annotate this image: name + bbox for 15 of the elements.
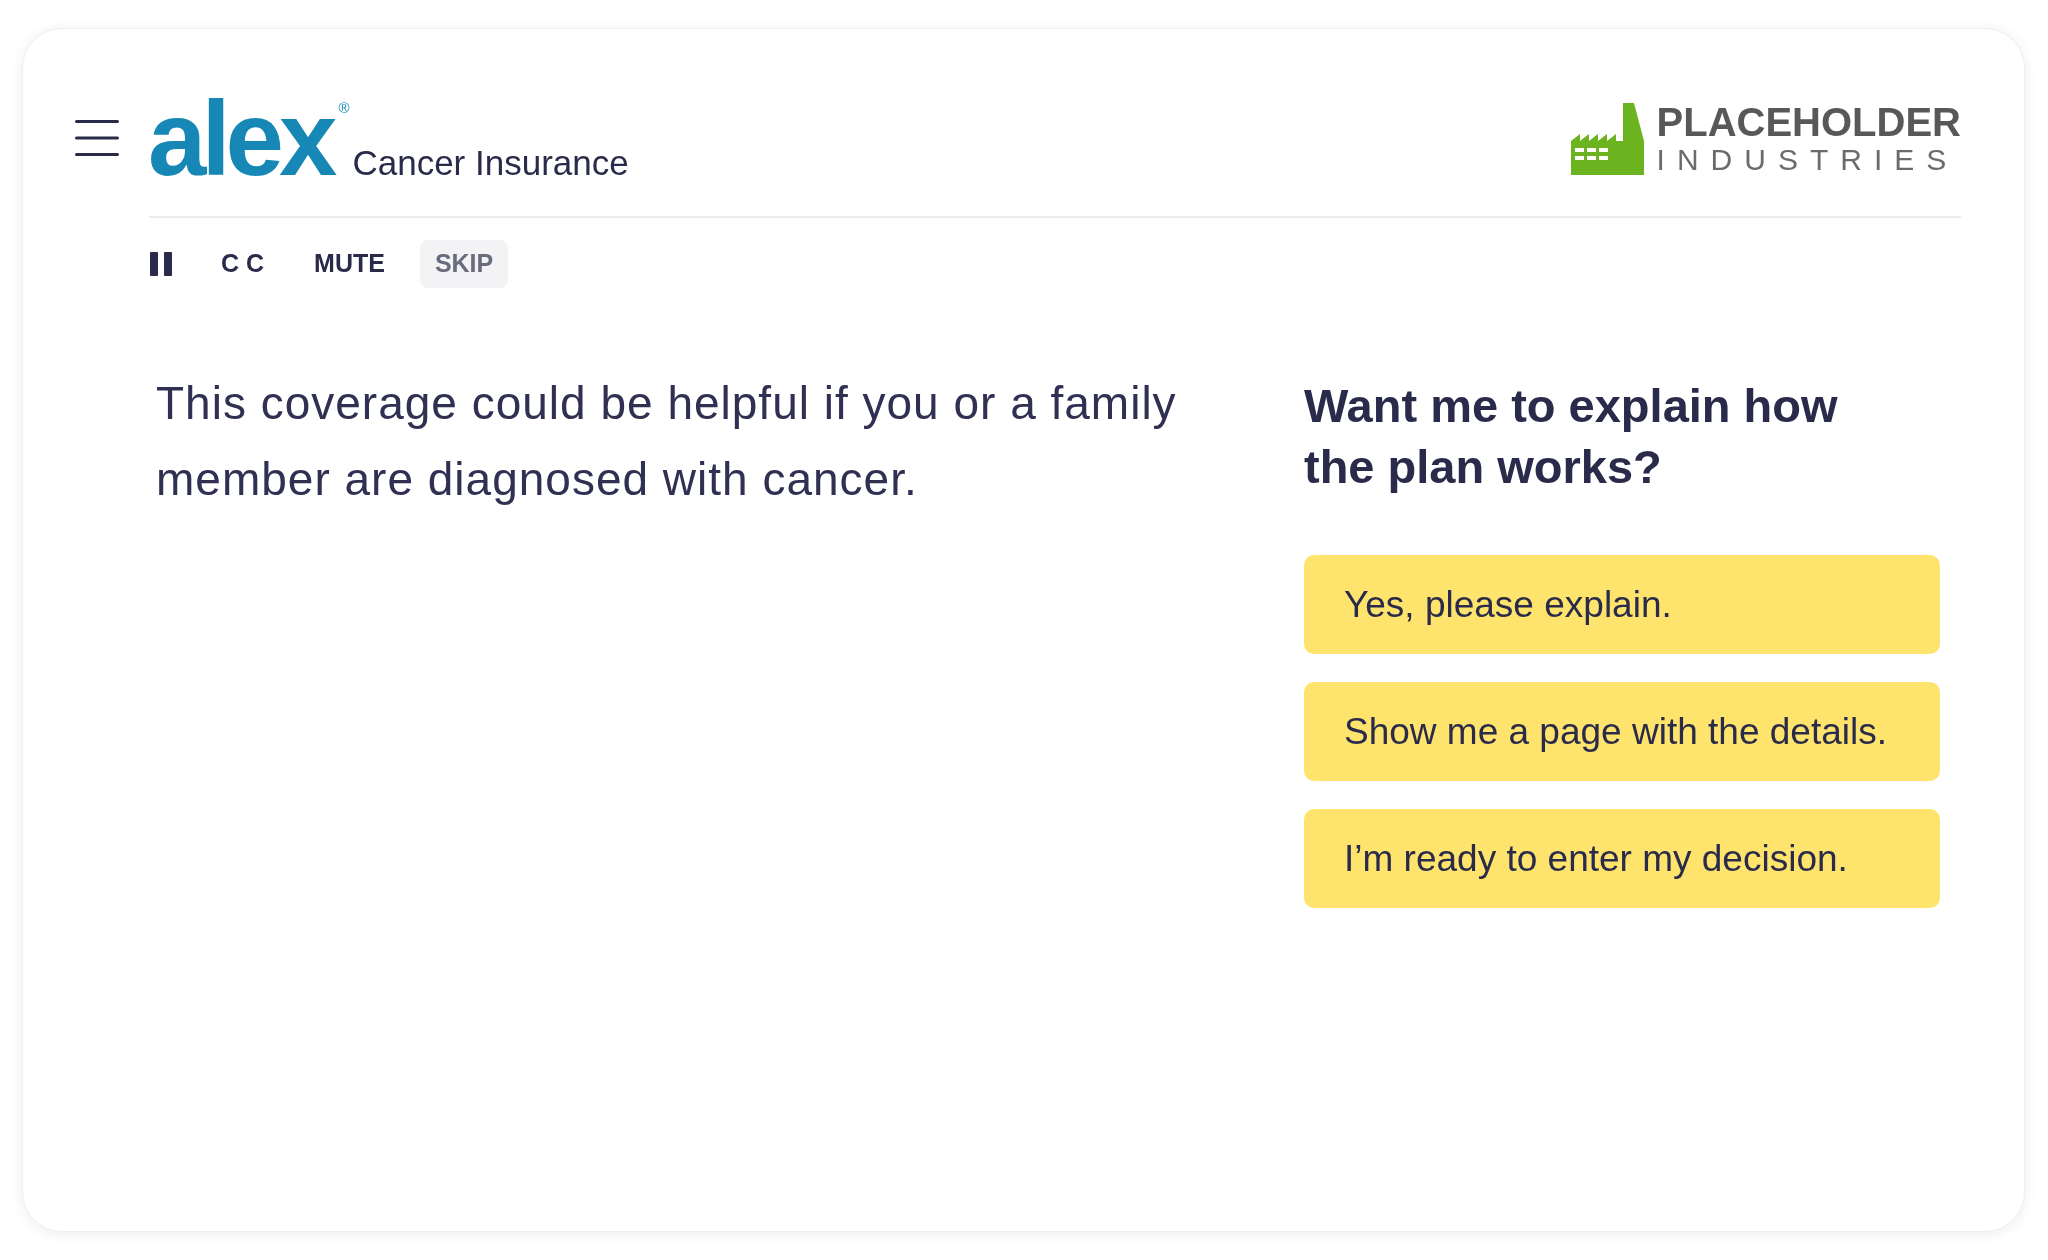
- registered-mark: ®: [338, 99, 350, 115]
- menu-icon[interactable]: [75, 120, 119, 156]
- message-text: This coverage could be helpful if you or a family member are diagnosed with cancer.: [156, 376, 1178, 507]
- company-tagline: INDUSTRIES: [1656, 144, 1960, 175]
- brand-logo: alex: [148, 85, 333, 191]
- option-button[interactable]: I’m ready to enter my decision.: [1304, 809, 1940, 908]
- media-control-button[interactable]: C C: [206, 240, 280, 288]
- question-heading: Want me to explain how the plan works?: [1304, 378, 1839, 495]
- option-button[interactable]: Yes, please explain.: [1304, 555, 1940, 654]
- factory-icon: [1570, 102, 1644, 175]
- media-control-button[interactable]: MUTE: [299, 240, 400, 288]
- product-name: Cancer Insurance: [352, 141, 629, 184]
- company-name: PLACEHOLDER: [1656, 101, 1961, 142]
- option-button[interactable]: Show me a page with the details.: [1304, 682, 1940, 781]
- pause-icon[interactable]: [150, 252, 172, 276]
